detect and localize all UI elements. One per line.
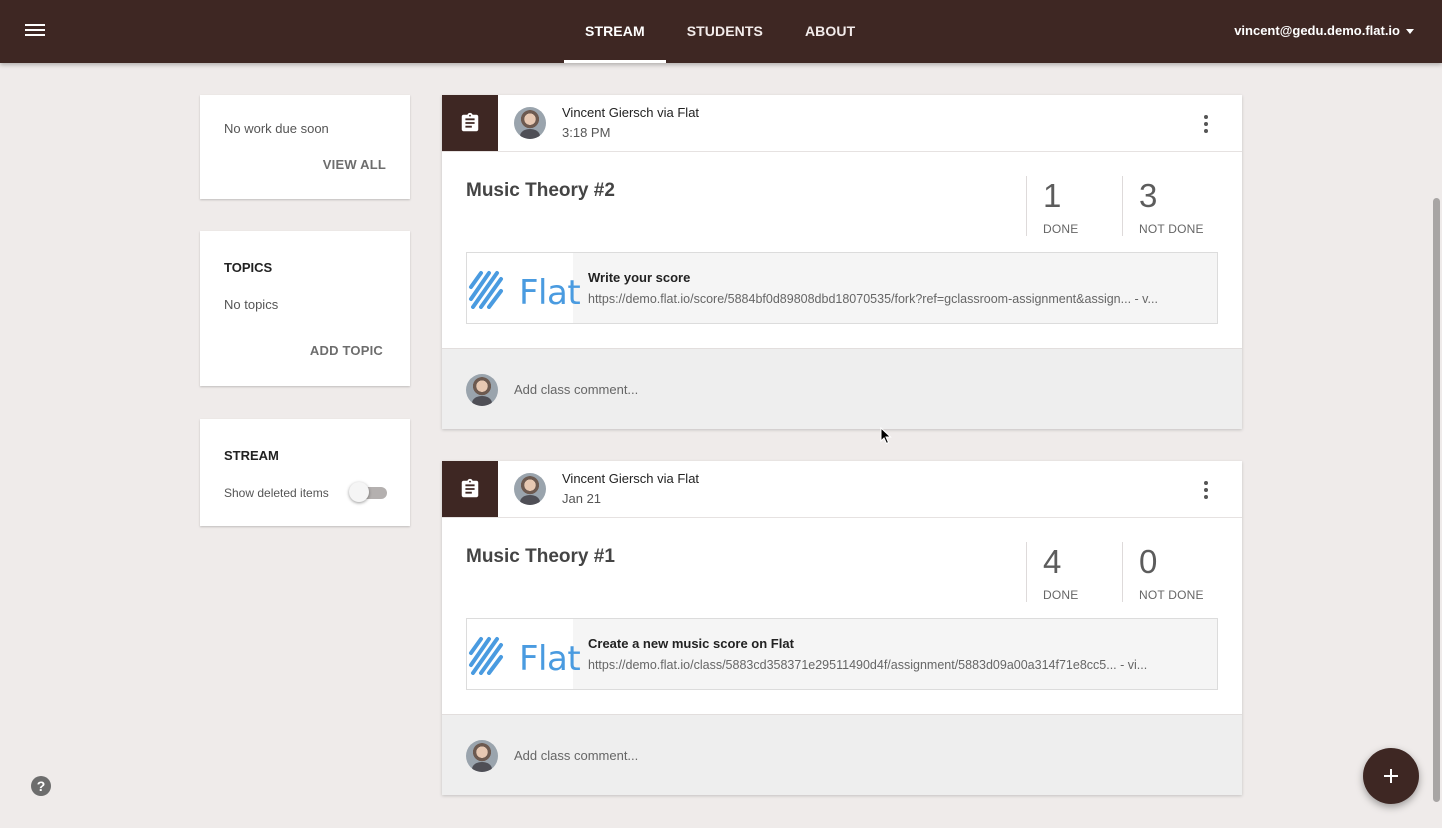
commenter-avatar	[466, 374, 498, 406]
account-email: vincent@gedu.demo.flat.io	[1234, 23, 1400, 38]
show-deleted-toggle[interactable]	[349, 482, 387, 502]
tab-students[interactable]: STUDENTS	[666, 0, 784, 63]
help-icon[interactable]: ?	[31, 776, 51, 796]
class-comment-input[interactable]: Add class comment...	[442, 348, 1242, 429]
post-time: Jan 21	[562, 491, 602, 506]
assignment-icon	[442, 95, 498, 151]
post-title[interactable]: Music Theory #2	[466, 180, 615, 202]
more-vert-icon[interactable]	[1200, 114, 1212, 134]
toggle-knob	[349, 482, 369, 502]
tab-stream[interactable]: STREAM	[564, 0, 666, 63]
not-done-count[interactable]: 3 NOT DONE	[1122, 176, 1218, 236]
main-tabs: STREAM STUDENTS ABOUT	[564, 0, 876, 63]
stream-post: Vincent Giersch via Flat Jan 21 Music Th…	[442, 461, 1242, 795]
author-avatar	[514, 473, 546, 505]
attachment-title: Create a new music score on Flat	[588, 636, 794, 651]
attachment-url: https://demo.flat.io/score/5884bf0d89808…	[588, 292, 1208, 306]
show-deleted-label: Show deleted items	[224, 486, 329, 500]
comment-placeholder: Add class comment...	[514, 748, 639, 763]
assignment-icon	[442, 461, 498, 517]
attachment-url-suffix: - vi...	[1116, 658, 1148, 672]
not-done-label: NOT DONE	[1139, 588, 1204, 602]
done-label: DONE	[1043, 588, 1079, 602]
caret-down-icon	[1406, 29, 1414, 35]
menu-icon[interactable]	[24, 21, 46, 41]
comment-placeholder: Add class comment...	[514, 382, 639, 397]
scrollbar-thumb[interactable]	[1433, 198, 1440, 802]
attachment-title: Write your score	[588, 270, 691, 285]
author-avatar	[514, 107, 546, 139]
flat-logo-text: Flat	[519, 273, 581, 313]
post-title[interactable]: Music Theory #1	[466, 546, 615, 568]
attachment-url-suffix: - v...	[1131, 292, 1158, 306]
attachment-url-text: https://demo.flat.io/class/5883cd358371e…	[588, 658, 1117, 672]
attachment-link[interactable]: Flat Write your score https://demo.flat.…	[466, 252, 1218, 324]
post-author: Vincent Giersch via Flat	[562, 471, 700, 486]
attachment-url: https://demo.flat.io/class/5883cd358371e…	[588, 658, 1208, 672]
stream-title: STREAM	[224, 448, 279, 463]
done-number: 1	[1043, 177, 1062, 214]
upcoming-text: No work due soon	[224, 121, 329, 136]
class-comment-input[interactable]: Add class comment...	[442, 714, 1242, 795]
topics-empty-text: No topics	[224, 297, 279, 312]
post-author: Vincent Giersch via Flat	[562, 105, 700, 120]
stream-settings-card: STREAM Show deleted items	[200, 419, 410, 526]
mouse-cursor-icon	[880, 427, 892, 445]
attachment-url-text: https://demo.flat.io/score/5884bf0d89808…	[588, 292, 1132, 306]
stream-post: Vincent Giersch via Flat 3:18 PM Music T…	[442, 95, 1242, 429]
topics-title: TOPICS	[224, 260, 273, 275]
flat-logo-thumbnail: Flat	[467, 619, 581, 689]
done-count[interactable]: 4 DONE	[1026, 542, 1122, 602]
upcoming-card: No work due soon VIEW ALL	[200, 95, 410, 199]
topics-card: TOPICS No topics ADD TOPIC	[200, 231, 410, 386]
not-done-count[interactable]: 0 NOT DONE	[1122, 542, 1218, 602]
tab-about[interactable]: ABOUT	[784, 0, 876, 63]
add-post-button[interactable]	[1363, 748, 1419, 804]
attachment-link[interactable]: Flat Create a new music score on Flat ht…	[466, 618, 1218, 690]
flat-stripes-icon	[469, 271, 503, 309]
view-all-button[interactable]: VIEW ALL	[323, 157, 386, 172]
done-label: DONE	[1043, 222, 1079, 236]
add-topic-button[interactable]: ADD TOPIC	[310, 343, 383, 358]
post-header: Vincent Giersch via Flat 3:18 PM	[442, 95, 1242, 152]
top-app-bar: STREAM STUDENTS ABOUT vincent@gedu.demo.…	[0, 0, 1442, 63]
more-vert-icon[interactable]	[1200, 480, 1212, 500]
account-menu[interactable]: vincent@gedu.demo.flat.io	[1234, 0, 1414, 63]
not-done-label: NOT DONE	[1139, 222, 1204, 236]
done-number: 4	[1043, 543, 1062, 580]
commenter-avatar	[466, 740, 498, 772]
post-header: Vincent Giersch via Flat Jan 21	[442, 461, 1242, 518]
not-done-number: 0	[1139, 543, 1158, 580]
flat-logo-text: Flat	[519, 639, 581, 679]
not-done-number: 3	[1139, 177, 1158, 214]
done-count[interactable]: 1 DONE	[1026, 176, 1122, 236]
flat-logo-thumbnail: Flat	[467, 253, 581, 323]
post-time: 3:18 PM	[562, 125, 611, 140]
flat-stripes-icon	[469, 637, 503, 675]
